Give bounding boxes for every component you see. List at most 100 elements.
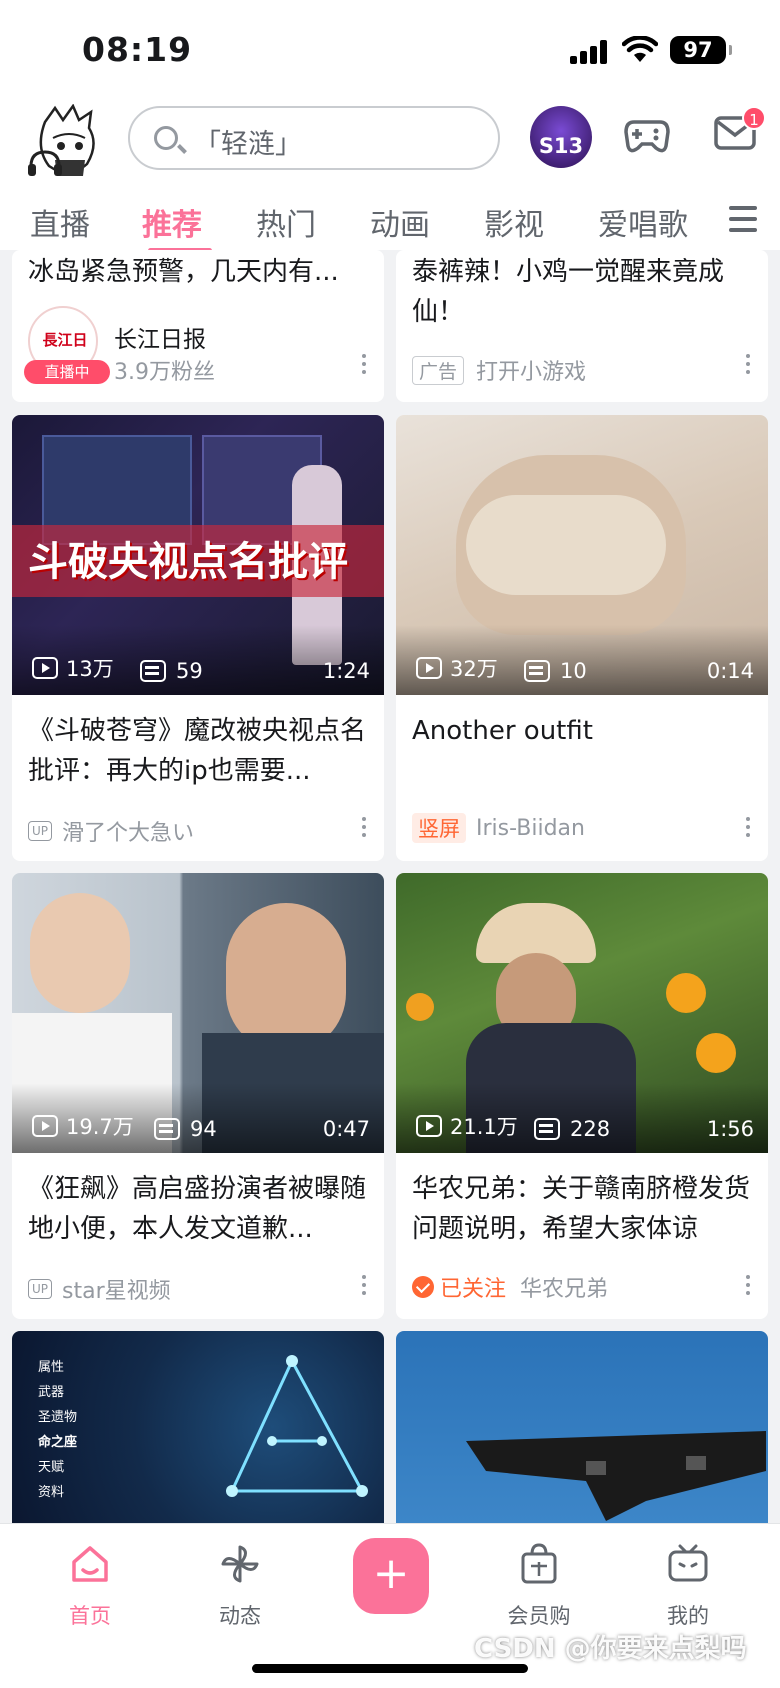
card-meta: UP 滑了个大急い: [28, 815, 194, 847]
more-options-icon[interactable]: [362, 1275, 366, 1295]
channel-name[interactable]: 长江日报: [114, 320, 206, 354]
danmaku-count: 228: [534, 1117, 610, 1141]
more-options-icon[interactable]: [746, 817, 750, 837]
watermark: CSDN @你要来点梨吗: [474, 1634, 747, 1664]
video-duration: 0:47: [322, 1117, 370, 1141]
card-title: 冰岛紧急预警，几天内有...: [28, 257, 339, 287]
danmaku-icon: [140, 660, 166, 682]
more-options-icon[interactable]: [746, 354, 750, 374]
video-card[interactable]: 19.7万 94 0:47 《狂飙》高启盛扮演者被曝随地小便，本人发文道歉...…: [12, 873, 384, 1319]
danmaku-icon: [154, 1118, 180, 1140]
gamepad-icon[interactable]: [624, 114, 670, 156]
search-icon: [154, 126, 178, 150]
search-bar[interactable]: 「轻涟」: [128, 106, 500, 170]
more-options-icon[interactable]: [362, 817, 366, 837]
user-avatar[interactable]: [25, 104, 110, 184]
view-count: 32万: [416, 653, 498, 683]
card-meta: 广告 打开小游戏: [412, 354, 586, 386]
video-duration: 1:24: [322, 659, 370, 683]
view-count: 21.1万: [416, 1111, 518, 1141]
check-icon: [412, 1276, 434, 1298]
ad-action-link[interactable]: 打开小游戏: [476, 354, 586, 386]
play-count-icon: [416, 657, 442, 679]
publish-button[interactable]: +: [353, 1538, 429, 1614]
more-options-icon[interactable]: [746, 1275, 750, 1295]
avatar-illustration: [28, 104, 95, 176]
danmaku-count: 10: [524, 659, 587, 683]
card-title: Another outfit: [412, 716, 593, 746]
danmaku-count: 94: [154, 1117, 217, 1141]
nav-shop[interactable]: 会员购: [489, 1540, 589, 1628]
video-duration: 1:56: [706, 1117, 754, 1141]
event-s13-icon[interactable]: S13: [530, 106, 592, 168]
live-badge: 直播中: [24, 360, 110, 384]
card-title: 华农兄弟：关于赣南脐橙发货问题说明，希望大家体谅: [412, 1174, 751, 1244]
pinwheel-icon: [221, 1545, 259, 1583]
tab-anime[interactable]: 动画: [370, 200, 430, 244]
up-icon: UP: [28, 1279, 53, 1299]
game-menu-list: 属性 武器 圣遗物 命之座 天赋 资料: [38, 1360, 78, 1500]
card-title: 泰裤辣！小鸡一觉醒来竟成仙！: [412, 257, 725, 327]
shopping-bag-icon: [521, 1543, 557, 1584]
home-icon: [72, 1546, 108, 1582]
search-placeholder: 「轻涟」: [194, 129, 302, 160]
status-bar: 08:19 97: [0, 0, 780, 100]
constellation-graphic: [226, 1355, 368, 1497]
nav-dynamic[interactable]: 动态: [190, 1540, 290, 1628]
card-title: 《狂飙》高启盛扮演者被曝随地小便，本人发文道歉...: [28, 1174, 367, 1244]
video-card[interactable]: 斗破央视点名批评 13万 59 1:24 《斗破苍穹》魔改被央视点名批评：再大的…: [12, 415, 384, 861]
nav-mine[interactable]: 我的: [638, 1540, 738, 1628]
video-card[interactable]: 属性 武器 圣遗物 命之座 天赋 资料: [12, 1331, 384, 1523]
card-title: 《斗破苍穹》魔改被央视点名批评：再大的ip也需要...: [28, 716, 367, 786]
uploader-name[interactable]: star星视频: [62, 1273, 171, 1305]
more-options-icon[interactable]: [362, 354, 366, 374]
tab-sing[interactable]: 爱唱歌: [598, 200, 688, 244]
battery-indicator: 97: [670, 36, 732, 64]
view-count: 13万: [32, 653, 114, 683]
thumbnail-overlay-text: 斗破央视点名批评: [28, 539, 348, 585]
view-count: 19.7万: [32, 1111, 134, 1141]
card-meta: 竖屏 Iris-Biidan: [412, 813, 585, 843]
video-thumbnail[interactable]: 21.1万 228 1:56: [396, 873, 768, 1153]
nav-home[interactable]: 首页: [40, 1540, 140, 1628]
tab-live[interactable]: 直播: [30, 200, 90, 244]
uploader-name[interactable]: Iris-Biidan: [476, 816, 585, 841]
danmaku-icon: [534, 1118, 560, 1140]
video-thumbnail[interactable]: 属性 武器 圣遗物 命之座 天赋 资料: [12, 1331, 384, 1523]
vertical-tag: 竖屏: [412, 813, 466, 843]
video-card[interactable]: 32万 10 0:14 Another outfit 竖屏 Iris-Biida…: [396, 415, 768, 861]
video-card[interactable]: [396, 1331, 768, 1523]
top-header: 「轻涟」 S13 1 直播 推荐 热门 动画 影视 爱唱歌: [0, 100, 780, 253]
play-count-icon: [416, 1115, 442, 1137]
app-screen: 08:19 97 「轻涟」 S13 1 直播 推荐 热门 动画 影视 爱唱歌 冰…: [0, 0, 780, 1688]
video-card[interactable]: 冰岛紧急预警，几天内有... 長江日報 直播中 长江日报 3.9万粉丝: [12, 250, 384, 402]
uploader-name[interactable]: 华农兄弟: [520, 1271, 608, 1303]
tv-icon: [668, 1544, 708, 1582]
ad-tag: 广告: [412, 355, 465, 385]
home-indicator[interactable]: [252, 1664, 528, 1673]
video-card[interactable]: 21.1万 228 1:56 华农兄弟：关于赣南脐橙发货问题说明，希望大家体谅 …: [396, 873, 768, 1319]
status-time: 08:19: [82, 30, 193, 69]
uploader-name[interactable]: 滑了个大急い: [62, 815, 194, 847]
tab-recommend[interactable]: 推荐: [142, 200, 202, 244]
wifi-icon: [622, 36, 658, 62]
video-thumbnail[interactable]: [396, 1331, 768, 1523]
follower-count: 3.9万粉丝: [114, 360, 215, 385]
video-thumbnail[interactable]: 斗破央视点名批评 13万 59 1:24: [12, 415, 384, 695]
aircraft-graphic: [466, 1431, 766, 1521]
tab-film[interactable]: 影视: [484, 200, 544, 244]
mail-count-badge: 1: [742, 106, 766, 130]
play-count-icon: [32, 657, 58, 679]
danmaku-icon: [524, 660, 550, 682]
followed-badge: 已关注: [412, 1271, 506, 1303]
up-icon: UP: [28, 821, 53, 841]
video-thumbnail[interactable]: 32万 10 0:14: [396, 415, 768, 695]
video-thumbnail[interactable]: 19.7万 94 0:47: [12, 873, 384, 1153]
tab-popular[interactable]: 热门: [256, 200, 316, 244]
card-meta: UP star星视频: [28, 1273, 171, 1305]
menu-icon[interactable]: [729, 206, 757, 232]
card-meta: 已关注 华农兄弟: [412, 1271, 608, 1303]
cellular-signal-icon: [570, 40, 610, 64]
play-count-icon: [32, 1115, 58, 1137]
ad-card[interactable]: 泰裤辣！小鸡一觉醒来竟成仙！ 广告 打开小游戏: [396, 250, 768, 402]
